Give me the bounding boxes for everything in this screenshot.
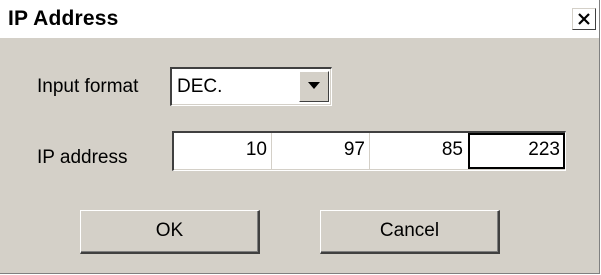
- ip-address-dialog: IP Address Input format DEC. IP address …: [0, 0, 600, 274]
- cancel-button[interactable]: Cancel: [320, 210, 500, 254]
- close-icon: [578, 13, 590, 25]
- ok-button[interactable]: OK: [80, 210, 260, 254]
- ip-octet-3[interactable]: 85: [370, 133, 468, 169]
- ip-address-field: 10 97 85 223: [172, 131, 566, 171]
- title-bar[interactable]: IP Address: [0, 0, 599, 38]
- ip-octet-2[interactable]: 97: [272, 133, 370, 169]
- ip-octet-4[interactable]: 223: [468, 133, 565, 169]
- input-format-select[interactable]: DEC.: [170, 67, 332, 106]
- dialog-title: IP Address: [8, 7, 119, 30]
- ip-octet-1[interactable]: 10: [174, 133, 272, 169]
- ip-address-label: IP address: [37, 147, 128, 168]
- input-format-label: Input format: [37, 76, 139, 97]
- close-button[interactable]: [572, 8, 596, 30]
- dropdown-button[interactable]: [299, 71, 329, 102]
- input-format-value: DEC.: [177, 76, 223, 97]
- chevron-down-icon: [308, 82, 320, 89]
